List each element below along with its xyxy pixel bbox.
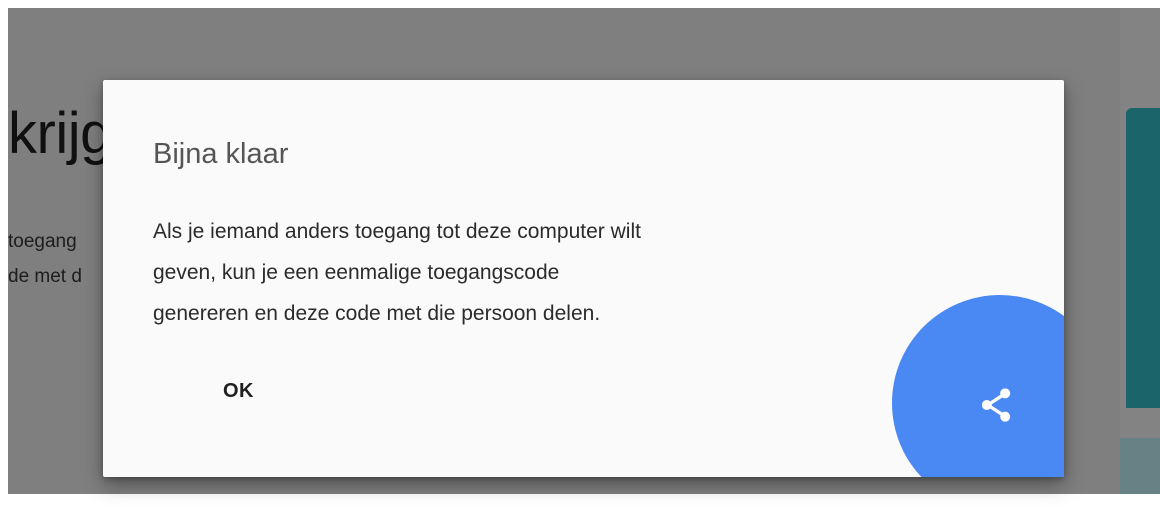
dialog: Bijna klaar Als je iemand anders toegang… [103,80,1064,477]
dialog-title: Bijna klaar [153,138,289,170]
screen: krijg toegang de met d Bijna klaar Als j… [0,0,1160,522]
ok-button[interactable]: OK [201,369,276,413]
dialog-message: Als je iemand anders toegang tot deze co… [153,211,873,334]
share-icon [981,388,1011,422]
modal-scrim-edge [1120,8,1160,494]
share-button[interactable] [892,295,1064,477]
dialog-message-line: genereren en deze code met die persoon d… [153,302,601,325]
dialog-message-line: Als je iemand anders toegang tot deze co… [153,220,641,243]
dialog-message-line: geven, kun je een eenmalige toegangscode [153,261,560,284]
